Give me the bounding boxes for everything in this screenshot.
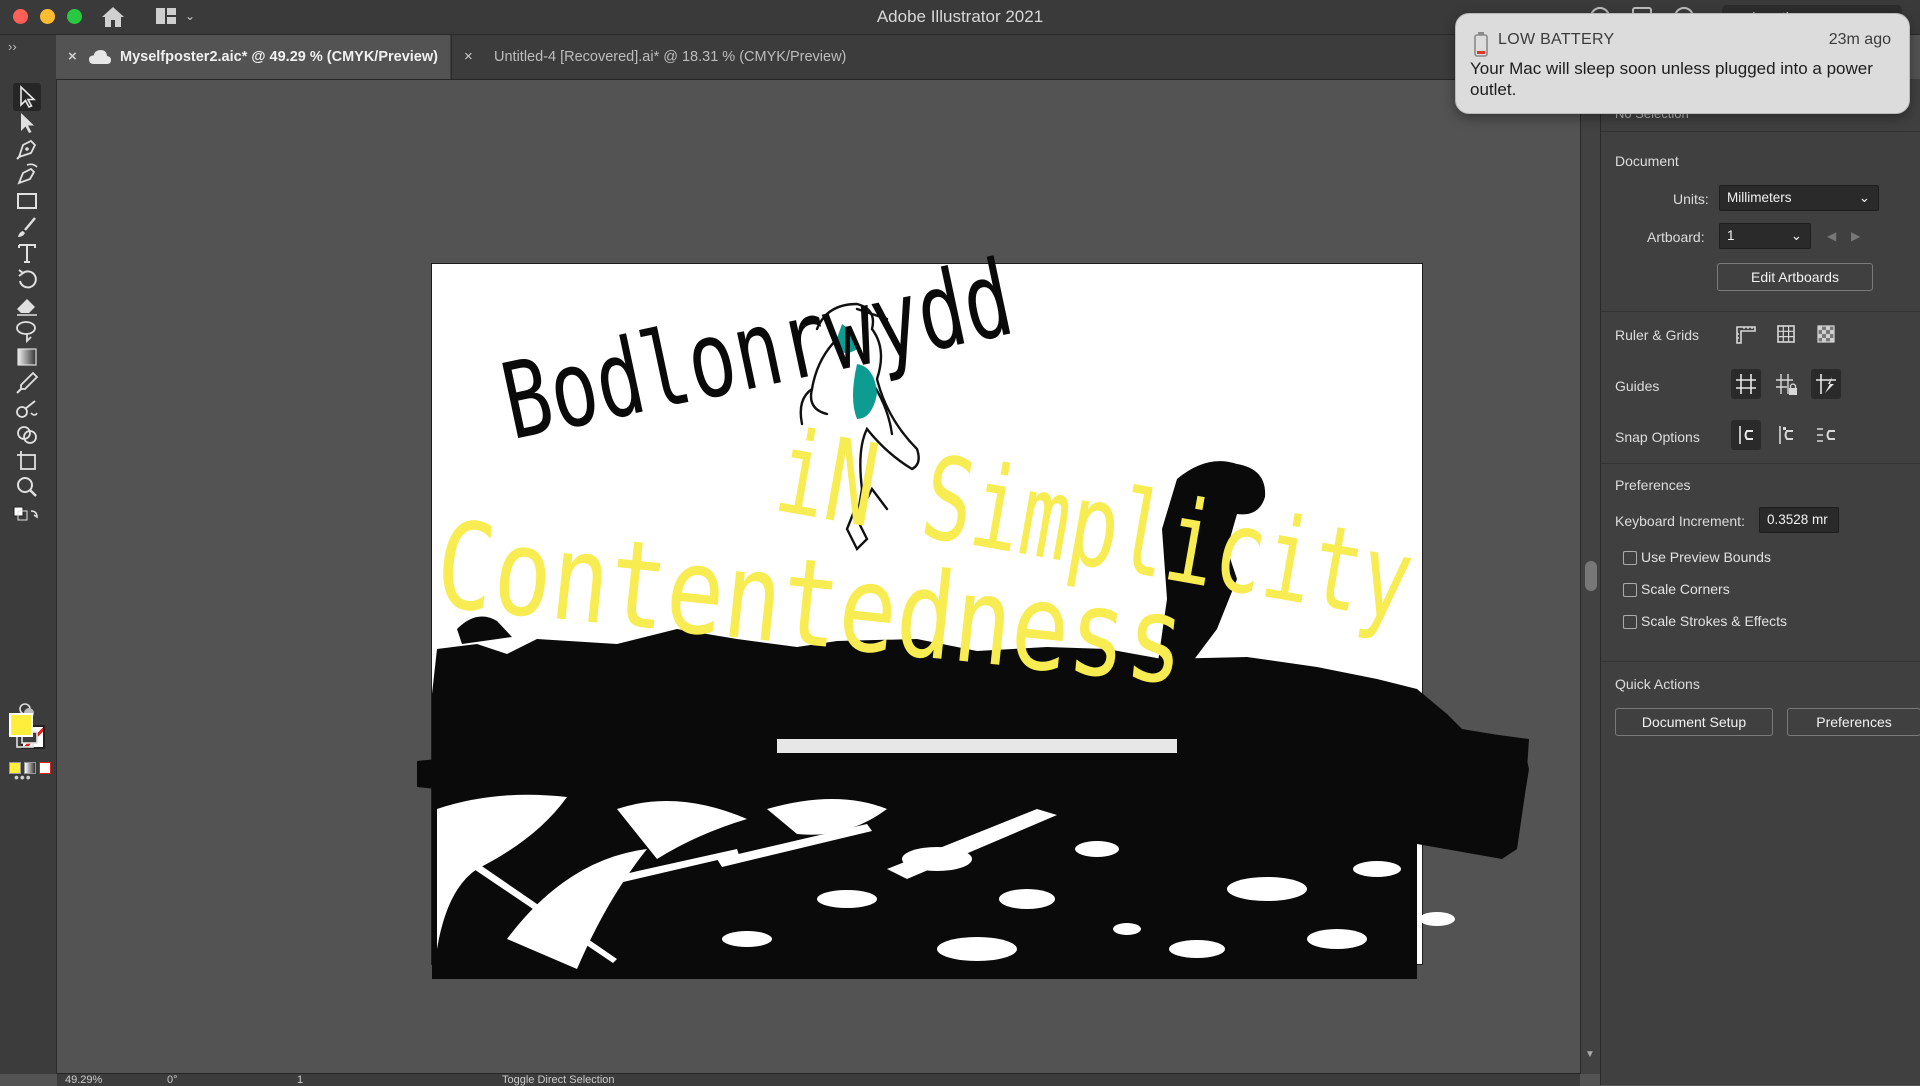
scale-strokes-effects-checkbox[interactable] (1623, 615, 1637, 629)
lock-guides-icon[interactable] (1771, 369, 1801, 399)
paintbrush-tool-icon[interactable] (13, 213, 41, 241)
grid-icon[interactable] (1771, 319, 1801, 349)
properties-panel: No Selection Document Units: Millimeters… (1600, 79, 1920, 1085)
snap-to-pixel-icon[interactable] (1771, 420, 1801, 450)
window-minimize-button[interactable] (40, 9, 55, 24)
units-select[interactable]: Millimeters ⌄ (1719, 185, 1879, 211)
quick-actions-heading: Quick Actions (1615, 676, 1700, 692)
keyboard-increment-input[interactable]: 0.3528 mr (1759, 507, 1839, 533)
cloud-document-icon (89, 50, 111, 64)
preferences-button[interactable]: Preferences (1787, 708, 1920, 736)
rectangle-tool-icon[interactable] (13, 187, 41, 215)
pen-tool-icon[interactable] (13, 135, 41, 163)
scrollbar-thumb[interactable] (1585, 561, 1597, 591)
units-label: Units: (1673, 191, 1709, 207)
tab-label: Myselfposter2.aic* @ 49.29 % (CMYK/Previ… (120, 49, 438, 65)
collapse-icon: ›› (8, 39, 17, 54)
snap-options-label: Snap Options (1615, 429, 1700, 445)
shape-builder-tool-icon[interactable] (13, 421, 41, 449)
artboard-select[interactable]: 1 ⌄ (1719, 223, 1811, 249)
edit-artboards-button[interactable]: Edit Artboards (1717, 263, 1873, 291)
transparency-grid-icon[interactable] (1811, 319, 1841, 349)
artwork-heading: Bodlonrwydd (492, 236, 1023, 463)
none-mode-icon[interactable] (39, 762, 51, 774)
blend-tool-icon[interactable] (13, 395, 41, 423)
fill-color-swatch[interactable] (9, 713, 33, 737)
artboard-value: 1 (1727, 228, 1735, 243)
close-tab-icon[interactable]: × (68, 35, 77, 79)
document-heading: Document (1615, 153, 1679, 169)
zoom-level[interactable]: 49.29% (65, 1074, 102, 1086)
workspace-switcher-icon[interactable] (155, 6, 177, 26)
tab-label: Untitled-4 [Recovered].ai* @ 18.31 % (CM… (494, 49, 847, 65)
notification-title: LOW BATTERY (1498, 31, 1615, 48)
show-guides-icon[interactable] (1731, 369, 1761, 399)
artboard-tool-icon[interactable] (13, 447, 41, 475)
notification-body: Your Mac will sleep soon unless plugged … (1470, 59, 1873, 99)
keyboard-increment-label: Keyboard Increment: (1615, 513, 1745, 529)
document-tab-bar: × Myselfposter2.aic* @ 49.29 % (CMYK/Pre… (56, 35, 1580, 80)
units-value: Millimeters (1727, 190, 1792, 205)
status-bar: 49.29% 0° 1 Toggle Direct Selection (57, 1073, 1580, 1086)
document-setup-button[interactable]: Document Setup (1615, 708, 1773, 736)
window-zoom-button[interactable] (67, 9, 82, 24)
low-battery-notification[interactable]: LOW BATTERY 23m ago Your Mac will sleep … (1455, 13, 1910, 114)
tools-panel: ••• (0, 79, 57, 1074)
ruler-grids-label: Ruler & Grids (1615, 327, 1700, 343)
eraser-tool-icon[interactable] (13, 291, 41, 319)
default-fill-stroke-icon[interactable] (13, 501, 41, 521)
chevron-down-icon[interactable]: ⌄ (185, 9, 195, 23)
type-tool-icon[interactable] (13, 239, 41, 267)
collapse-toolbar-button[interactable]: ›› (0, 35, 56, 79)
artboard[interactable]: Bodlonrwydd Contentedness iN Simplicity (417, 236, 1529, 979)
vertical-scrollbar[interactable]: ▼ (1580, 79, 1601, 1074)
tab-myselfposter2[interactable]: × Myselfposter2.aic* @ 49.29 % (CMYK/Pre… (56, 35, 450, 79)
chevron-down-icon: ⌄ (1858, 190, 1870, 205)
chevron-down-icon: ⌄ (1790, 228, 1802, 243)
poster-artwork: Bodlonrwydd Contentedness iN Simplicity (417, 236, 1529, 979)
rotation-value[interactable]: 0° (167, 1074, 178, 1086)
use-preview-bounds-checkbox[interactable] (1623, 551, 1637, 565)
window-close-button[interactable] (13, 9, 28, 24)
divider (1601, 131, 1920, 132)
lasso-tool-icon[interactable] (13, 317, 41, 345)
smart-guides-icon[interactable] (1811, 369, 1841, 399)
previous-artboard-icon[interactable]: ◀ (1827, 229, 1836, 243)
divider (1601, 311, 1920, 312)
eyedropper-tool-icon[interactable] (13, 369, 41, 397)
close-tab-icon[interactable]: × (464, 35, 473, 79)
curvature-tool-icon[interactable] (13, 161, 41, 189)
rulers-icon[interactable] (1731, 319, 1761, 349)
rotate-tool-icon[interactable] (13, 265, 41, 293)
direct-selection-tool-icon[interactable] (13, 109, 41, 137)
selection-tool-icon[interactable] (13, 83, 41, 111)
notification-time: 23m ago (1828, 31, 1891, 48)
divider (1601, 661, 1920, 662)
guides-label: Guides (1615, 378, 1660, 394)
scale-strokes-effects-label: Scale Strokes & Effects (1641, 613, 1788, 629)
scale-corners-label: Scale Corners (1641, 581, 1730, 597)
use-preview-bounds-label: Use Preview Bounds (1641, 549, 1771, 565)
canvas-area[interactable]: Bodlonrwydd Contentedness iN Simplicity (57, 80, 1580, 1073)
scale-corners-checkbox[interactable] (1623, 583, 1637, 597)
divider (1601, 463, 1920, 464)
snap-to-glyph-icon[interactable] (1811, 420, 1841, 450)
artboard-number[interactable]: 1 (297, 1074, 303, 1086)
tab-untitled-4[interactable]: × Untitled-4 [Recovered].ai* @ 18.31 % (… (451, 35, 901, 79)
gradient-tool-icon[interactable] (13, 343, 41, 371)
chevron-down-icon[interactable]: ▼ (1585, 1049, 1595, 1060)
edit-toolbar-icon[interactable]: ••• (14, 769, 32, 785)
snap-to-point-icon[interactable] (1731, 420, 1761, 450)
next-artboard-icon[interactable]: ▶ (1851, 229, 1860, 243)
artboard-label: Artboard: (1647, 229, 1705, 245)
status-tool-hint: Toggle Direct Selection (502, 1074, 615, 1086)
battery-icon (1474, 32, 1488, 57)
zoom-tool-icon[interactable] (13, 473, 41, 501)
home-icon[interactable] (100, 5, 126, 29)
preferences-heading: Preferences (1615, 477, 1691, 493)
